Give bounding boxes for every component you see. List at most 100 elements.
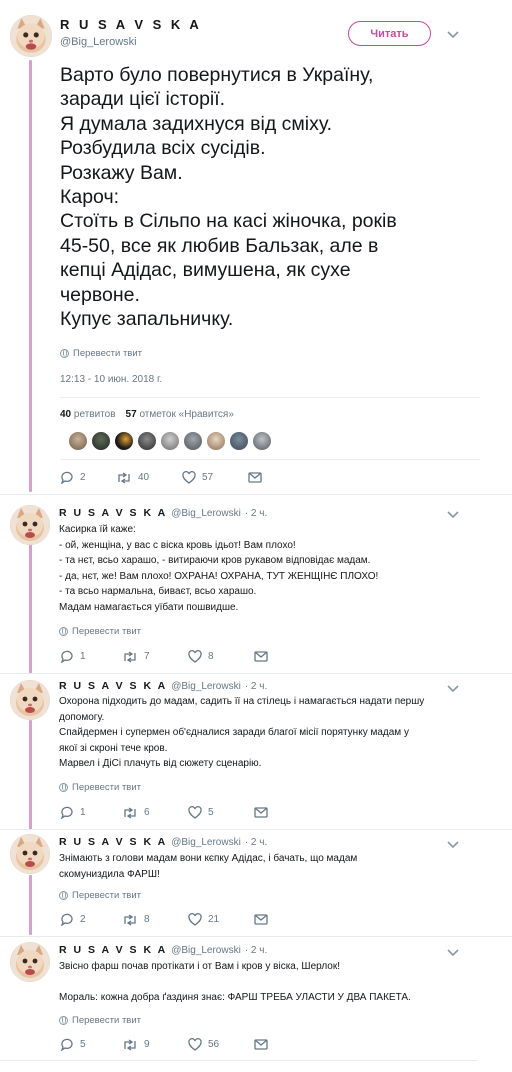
translate-link[interactable]: Перевести твит [59, 890, 141, 901]
tweet-line: червоне. [60, 283, 140, 306]
tweet-time[interactable]: · 2 ч. [245, 681, 267, 692]
author-name[interactable]: R U S A V S K A @Big_Lerowski · 2 ч. [59, 680, 267, 692]
divider [0, 673, 512, 674]
reply-icon [60, 471, 73, 484]
liker-avatar[interactable] [229, 431, 249, 451]
tweet-line: Купує запальничку. [60, 308, 234, 331]
avatar[interactable] [10, 942, 50, 982]
like-count: 57 [202, 472, 214, 483]
timestamp[interactable]: 12:13 - 10 июн. 2018 г. [60, 374, 162, 385]
thread-line [29, 60, 32, 492]
retweet-button[interactable]: 8 [122, 913, 188, 926]
retweet-icon [118, 471, 130, 484]
tweet-line: - та нєт, всьо харашо, - витираючи кров … [59, 555, 371, 567]
liker-avatar[interactable] [114, 431, 134, 451]
reply-button[interactable]: 2 [60, 913, 122, 926]
translate-link[interactable]: Перевести твит [59, 782, 141, 793]
avatar[interactable] [10, 834, 50, 874]
divider [0, 1060, 478, 1061]
tweet-text: Знімають з голови мадам вони кєпку Адіда… [59, 851, 459, 882]
reply-button[interactable]: 2 [60, 471, 116, 484]
message-icon [254, 651, 268, 662]
translate-link[interactable]: Перевести твит [59, 1015, 141, 1026]
tweet-text: Варто було повернутися в Україну, заради… [60, 63, 480, 331]
tweet-actions: 1 7 8 [60, 650, 268, 663]
message-button[interactable] [254, 651, 268, 662]
like-button[interactable]: 5 [188, 806, 254, 819]
retweets-stat[interactable]: 40 ретвитов [60, 409, 116, 420]
tweet-time[interactable]: · 2 ч. [245, 508, 267, 519]
globe-icon [60, 349, 69, 358]
divider [0, 494, 512, 495]
translate-label: Перевести твит [72, 626, 142, 637]
translate-link[interactable]: Перевести твит [60, 348, 142, 359]
message-button[interactable] [254, 807, 268, 818]
chevron-down-icon[interactable] [446, 948, 460, 958]
message-icon [254, 807, 268, 818]
translate-label: Перевести твит [73, 348, 143, 359]
translate-label: Перевести твит [72, 890, 142, 901]
retweet-icon [124, 650, 136, 663]
tweet-line: Кароч: [60, 186, 120, 209]
liker-avatar[interactable] [160, 431, 180, 451]
chevron-down-icon[interactable] [446, 684, 460, 694]
tweet-line: Звісно фарш почав протікати і от Вам і к… [59, 961, 341, 972]
tweet-time[interactable]: · 2 ч. [245, 945, 267, 956]
like-count: 5 [208, 807, 214, 818]
liker-avatar[interactable] [252, 431, 272, 451]
author-name[interactable]: R U S A V S K A @Big_Lerowski · 2 ч. [59, 944, 267, 956]
reply-count: 2 [80, 472, 86, 483]
liker-avatar[interactable] [206, 431, 226, 451]
thread-line [29, 720, 32, 830]
retweet-button[interactable]: 40 [116, 471, 182, 484]
like-button[interactable]: 57 [182, 471, 248, 484]
message-icon [254, 1039, 268, 1050]
author-name[interactable]: R U S A V S K A @Big_Lerowski · 2 ч. [59, 836, 267, 848]
author-handle: @Big_Lerowski [171, 837, 241, 848]
follow-button[interactable]: Читать [348, 21, 431, 46]
author-name[interactable]: R U S A V S K A @Big_Lerowski · 2 ч. [59, 507, 267, 519]
divider [60, 397, 480, 398]
divider [0, 829, 512, 830]
retweet-count: 6 [144, 807, 150, 818]
like-button[interactable]: 56 [188, 1038, 254, 1051]
tweet-line: - да, нєт, же! Вам плохо! ОХРАНА! ОХРАНА… [59, 570, 379, 582]
reply-button[interactable]: 1 [60, 650, 122, 663]
liker-avatar[interactable] [68, 431, 88, 451]
chevron-down-icon[interactable] [446, 510, 460, 520]
avatar[interactable] [10, 505, 50, 545]
retweet-button[interactable]: 7 [122, 650, 188, 663]
like-button[interactable]: 8 [188, 650, 254, 663]
author-handle[interactable]: @Big_Lerowski [60, 36, 137, 48]
reply-icon [60, 1038, 73, 1051]
like-icon [188, 806, 202, 819]
avatar[interactable] [10, 15, 52, 57]
message-button[interactable] [254, 914, 268, 925]
message-button[interactable] [248, 472, 262, 483]
like-button[interactable]: 21 [188, 913, 254, 926]
message-button[interactable] [254, 1039, 268, 1050]
tweet-line: - ой, женщіна, у вас с віска кровь ідьот… [59, 539, 296, 551]
tweet-text: Звісно фарш почав протікати і от Вам і к… [59, 959, 459, 1006]
avatar[interactable] [10, 680, 50, 720]
tweet-line: Знімають з голови мадам вони кєпку Адіда… [59, 853, 358, 864]
translate-label: Перевести твит [72, 782, 142, 793]
chevron-down-icon[interactable] [446, 840, 460, 850]
author-name[interactable]: R U S A V S K A [60, 17, 202, 32]
likes-label: отметок «Нравится» [139, 409, 234, 420]
retweet-button[interactable]: 9 [122, 1038, 188, 1051]
reply-button[interactable]: 1 [60, 806, 122, 819]
translate-link[interactable]: Перевести твит [59, 626, 141, 637]
reply-button[interactable]: 5 [60, 1038, 122, 1051]
chevron-down-icon[interactable] [446, 30, 460, 40]
translate-label: Перевести твит [72, 1015, 142, 1026]
likes-stat[interactable]: 57 отметок «Нравится» [126, 409, 234, 420]
tweet-time[interactable]: · 2 ч. [245, 837, 267, 848]
retweet-button[interactable]: 6 [122, 806, 188, 819]
liker-avatar[interactable] [183, 431, 203, 451]
tweet-line: Я думала задихнуся від сміху. [60, 112, 333, 135]
reply-count: 1 [80, 807, 86, 818]
liker-avatar[interactable] [137, 431, 157, 451]
liker-avatar[interactable] [91, 431, 111, 451]
like-count: 56 [208, 1039, 220, 1050]
